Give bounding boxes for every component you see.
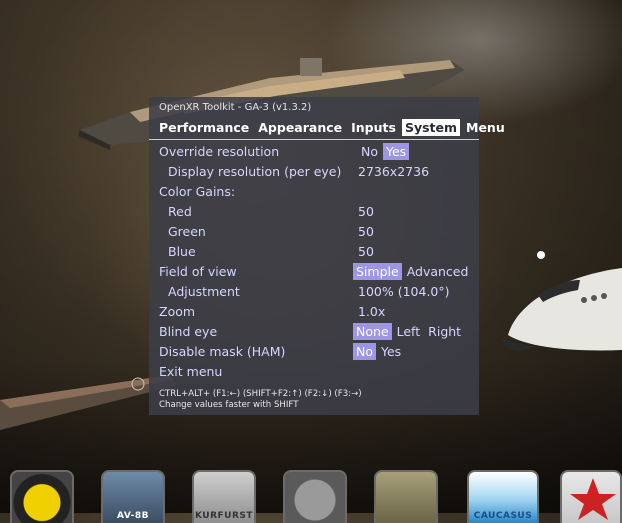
av8b-harrier-icon[interactable]: AV-8B: [101, 470, 165, 523]
setting-label: Green: [168, 224, 206, 239]
setting-options: Simple Advanced: [353, 262, 473, 280]
setting-options: No Yes: [358, 142, 411, 160]
setting-value-wrap: 1.0x: [358, 302, 385, 320]
setting-label: Zoom: [159, 304, 196, 319]
squadron-emblem-icon[interactable]: [10, 470, 74, 523]
tab-divider: [149, 139, 479, 140]
exit-menu-item[interactable]: Exit menu: [159, 362, 474, 382]
setting-value-wrap: 100% (104.0°): [358, 282, 450, 300]
cursor-dot: [537, 251, 545, 259]
option-right[interactable]: Right: [425, 323, 464, 340]
setting-label: Blind eye: [159, 324, 218, 339]
setting-options: None Left Right: [353, 322, 466, 340]
tab-appearance[interactable]: Appearance: [255, 119, 345, 136]
setting-value-wrap: 50: [358, 202, 374, 220]
setting-value: 100% (104.0°): [358, 283, 450, 299]
setting-label: Blue: [168, 244, 196, 259]
setting-red[interactable]: Red 50: [159, 202, 474, 222]
star-shape: [570, 478, 616, 520]
setting-value: 1.0x: [358, 303, 386, 319]
setting-label: Color Gains:: [159, 184, 236, 199]
option-simple[interactable]: Simple: [353, 262, 402, 280]
setting-label: Field of view: [159, 264, 237, 279]
shortcut-hint: CTRL+ALT+ (F1:←) (SHIFT+F2:↑) (F2:↓) (F3…: [159, 389, 362, 399]
option-yes[interactable]: Yes: [383, 142, 410, 160]
module-icon-bar: AV-8B KURFURST CAUCASUS: [0, 460, 622, 523]
setting-display-resolution[interactable]: Display resolution (per eye) 2736x2736: [159, 162, 474, 182]
option-advanced[interactable]: Advanced: [404, 263, 472, 280]
setting-value: 50: [358, 223, 374, 239]
setting-label: Red: [168, 204, 192, 219]
overlay-title: OpenXR Toolkit - GA-3 (v1.3.2): [159, 102, 312, 113]
jet-image: [502, 268, 622, 352]
exit-menu-label: Exit menu: [159, 364, 223, 379]
tab-performance[interactable]: Performance: [159, 119, 252, 136]
option-none[interactable]: None: [353, 322, 392, 340]
tank-icon[interactable]: [374, 470, 438, 523]
setting-color-gains: Color Gains:: [159, 182, 474, 202]
setting-field-of-view[interactable]: Field of view Simple Advanced: [159, 262, 474, 282]
setting-label: Disable mask (HAM): [159, 344, 286, 359]
f104-icon[interactable]: [283, 470, 347, 523]
openxr-toolkit-overlay: OpenXR Toolkit - GA-3 (v1.3.2) Performan…: [149, 97, 505, 415]
setting-label: Override resolution: [159, 144, 280, 159]
setting-zoom[interactable]: Zoom 1.0x: [159, 302, 474, 322]
option-no[interactable]: No: [358, 143, 381, 160]
setting-blue[interactable]: Blue 50: [159, 242, 474, 262]
setting-label: Adjustment: [168, 284, 240, 299]
tab-system[interactable]: System: [401, 119, 461, 136]
setting-value-wrap: 50: [358, 242, 374, 260]
caucasus-map-icon[interactable]: CAUCASUS: [467, 470, 539, 523]
red-star-icon[interactable]: [560, 470, 622, 523]
setting-adjustment[interactable]: Adjustment 100% (104.0°): [159, 282, 474, 302]
setting-disable-mask[interactable]: Disable mask (HAM) No Yes: [159, 342, 474, 362]
setting-value: 2736x2736: [358, 163, 430, 179]
option-left[interactable]: Left: [394, 323, 424, 340]
setting-value-wrap: 50: [358, 222, 374, 240]
tab-menu[interactable]: Menu: [463, 119, 508, 136]
setting-override-resolution[interactable]: Override resolution No Yes: [159, 142, 474, 162]
option-no[interactable]: No: [353, 342, 376, 360]
setting-green[interactable]: Green 50: [159, 222, 474, 242]
shift-hint: Change values faster with SHIFT: [159, 400, 299, 410]
setting-value-wrap: 2736x2736: [358, 162, 429, 180]
setting-value: 50: [358, 243, 374, 259]
menu-tabs: Performance Appearance Inputs System Men…: [159, 119, 511, 136]
setting-options: No Yes: [353, 342, 406, 360]
tab-inputs[interactable]: Inputs: [348, 119, 399, 136]
setting-blind-eye[interactable]: Blind eye None Left Right: [159, 322, 474, 342]
kurfurst-icon[interactable]: KURFURST: [192, 470, 256, 523]
option-yes[interactable]: Yes: [378, 343, 404, 360]
setting-label: Display resolution (per eye): [168, 164, 342, 179]
setting-value: 50: [358, 203, 374, 219]
